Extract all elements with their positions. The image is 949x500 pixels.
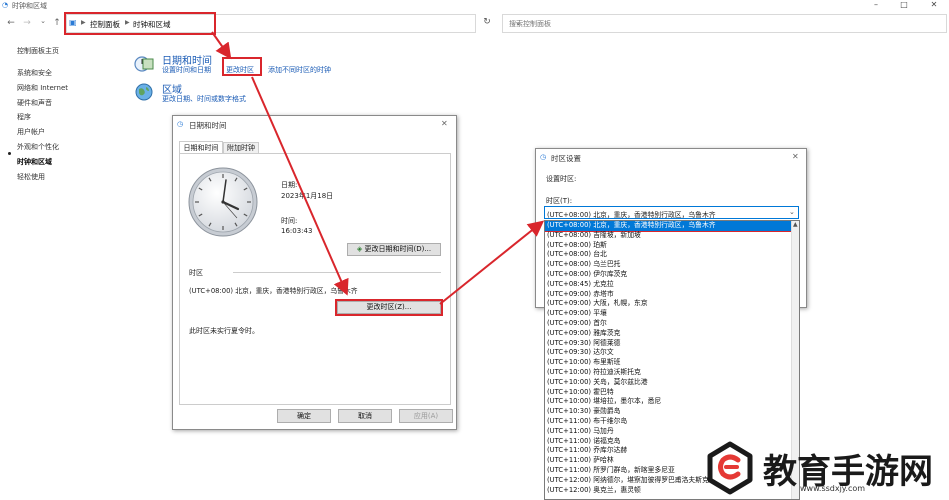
watermark-url: www.ssdxjy.com xyxy=(800,484,866,493)
watermark-logo-icon xyxy=(704,440,756,498)
arrow-to-timezone-dialog xyxy=(439,220,545,305)
arrow-to-change-timezone-button xyxy=(251,76,349,296)
annotation-arrows xyxy=(211,31,545,305)
arrow-to-change-timezone xyxy=(211,31,232,60)
